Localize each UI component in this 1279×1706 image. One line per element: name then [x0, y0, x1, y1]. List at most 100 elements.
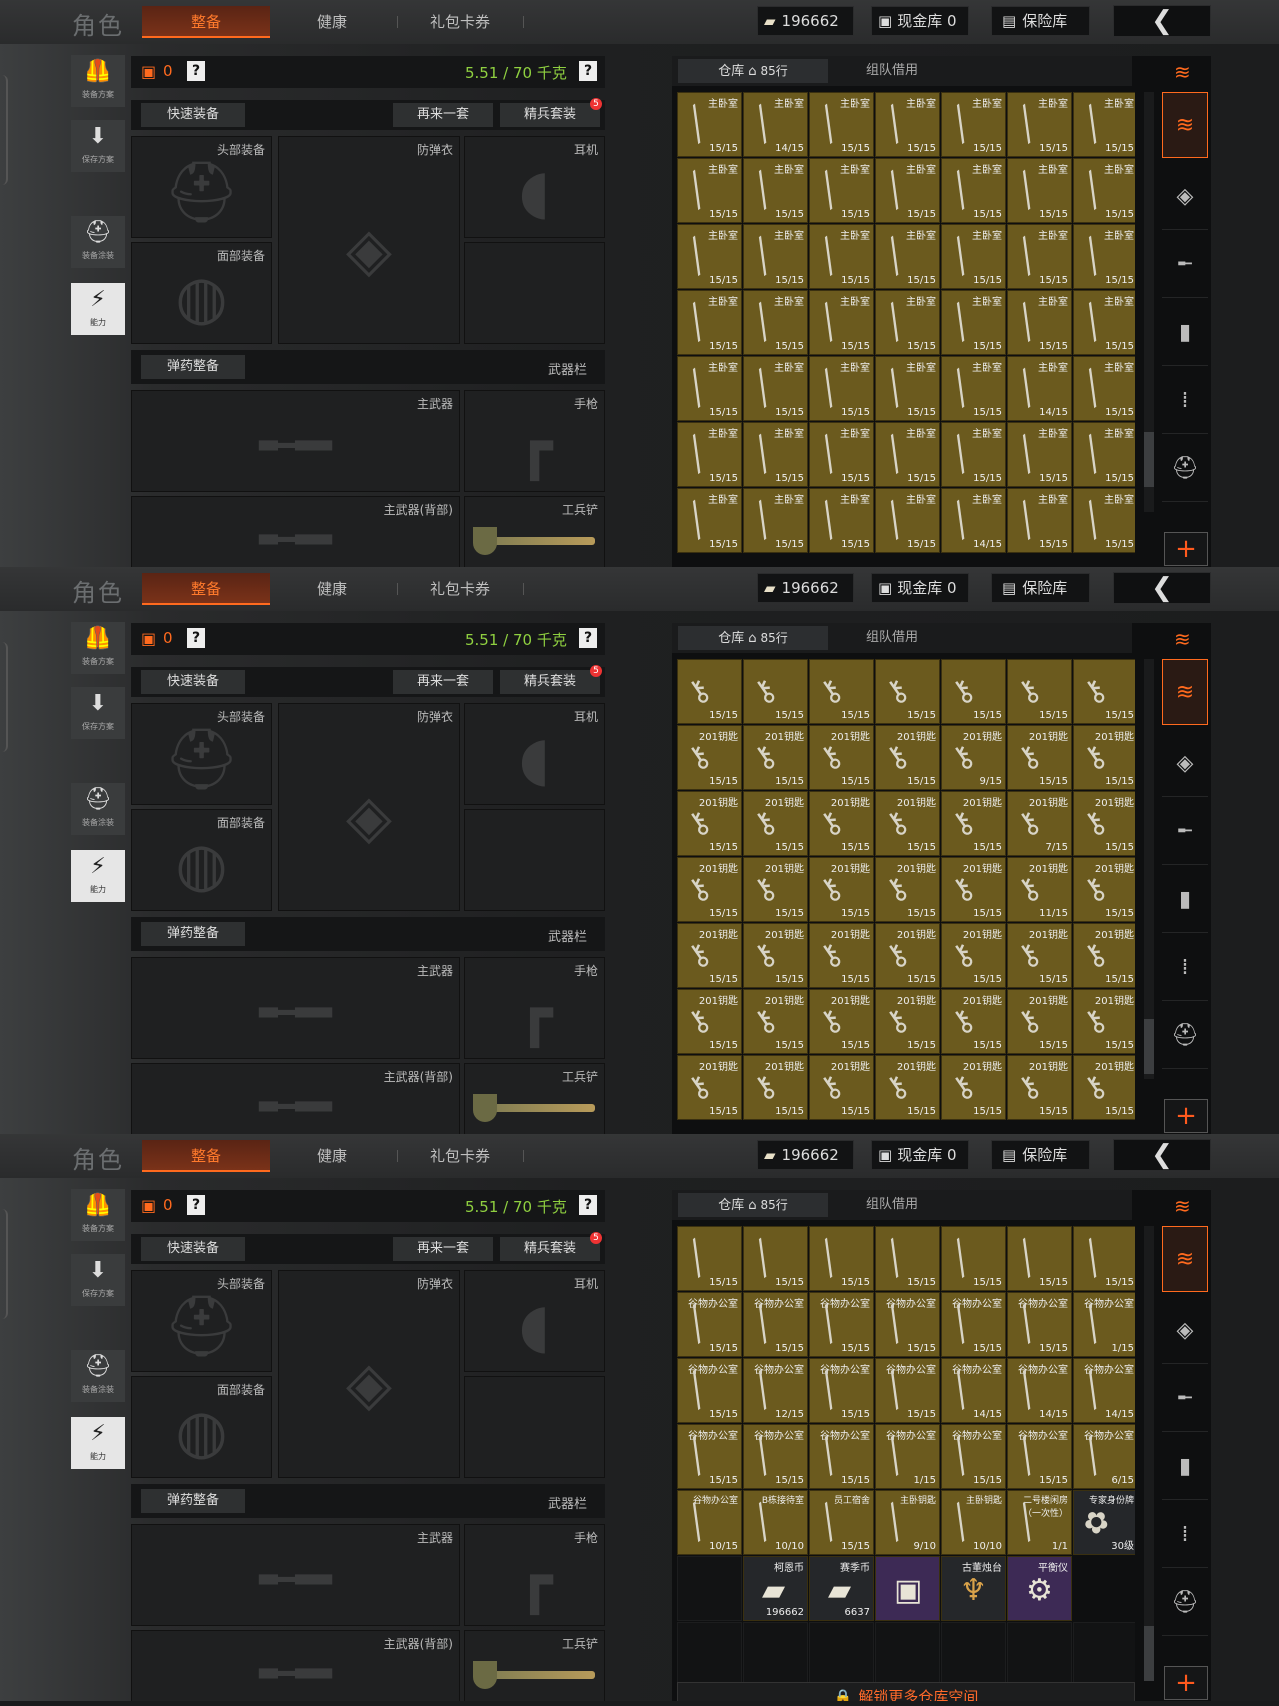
sidebar-vest-button[interactable]: 🦺 装备方案	[71, 55, 125, 107]
inventory-item[interactable]: 主卧室 ╱ 14/15	[1007, 356, 1072, 421]
inventory-item[interactable]: 主卧室 ╱ 15/15	[1007, 290, 1072, 355]
inventory-item[interactable]: 谷物办公室 ╱ 15/15	[875, 1358, 940, 1423]
add-icon[interactable]: +	[1164, 1666, 1208, 1700]
shovel-slot[interactable]: 工兵铲	[464, 1630, 605, 1701]
again-button[interactable]: 再来一套	[393, 670, 493, 694]
ammo-prep-button[interactable]: 弹药整备	[141, 355, 245, 379]
face-slot[interactable]: 面部装备 ◍	[131, 242, 272, 344]
inventory-item[interactable]: 201钥匙 ⚷ 15/15	[1007, 1055, 1072, 1120]
sidebar-download-button[interactable]: ⬇ 保存方案	[71, 1254, 125, 1306]
inventory-item[interactable]: ╱ 15/15	[677, 1226, 742, 1291]
primary-back-slot[interactable]: 主武器(背部) ╾━	[131, 1063, 460, 1134]
category-armor-icon[interactable]: ◈	[1162, 1298, 1208, 1364]
inventory-item[interactable]: 主卧室 ╱ 15/15	[875, 488, 940, 553]
inventory-item[interactable]: 201钥匙 ⚷ 15/15	[743, 989, 808, 1054]
inventory-item[interactable]: 主卧室 ╱ 15/15	[875, 422, 940, 487]
scroll-thumb[interactable]	[1144, 1019, 1154, 1074]
inventory-item[interactable]: 主卧室 ╱ 15/15	[677, 422, 742, 487]
sidebar-download-button[interactable]: ⬇ 保存方案	[71, 687, 125, 739]
inventory-item[interactable]: 201钥匙 ⚷ 15/15	[677, 1055, 742, 1120]
pistol-slot[interactable]: 手枪 ┏	[464, 957, 605, 1059]
tab-0[interactable]: 整备	[142, 6, 270, 38]
inventory-item[interactable]: B栋接待室 ╱ 10/10	[743, 1490, 808, 1555]
inventory-item[interactable]: 谷物办公室 ╱ 6/15	[1073, 1424, 1135, 1489]
ammo-prep-button[interactable]: 弹药整备	[141, 922, 245, 946]
inventory-item[interactable]: 谷物办公室 ╱ 15/15	[743, 1292, 808, 1357]
sidebar-vest-button[interactable]: 🦺 装备方案	[71, 1189, 125, 1241]
add-icon[interactable]: +	[1164, 1099, 1208, 1133]
inventory-item[interactable]: 谷物办公室 ╱ 14/15	[1007, 1358, 1072, 1423]
safe-box-button[interactable]: ▤ 保险库	[991, 573, 1090, 603]
inventory-item[interactable]: 主卧室 ╱ 15/15	[1073, 356, 1135, 421]
inventory-item[interactable]: 201钥匙 ⚷ 15/15	[1007, 725, 1072, 790]
weight-help-icon[interactable]: ?	[579, 628, 597, 648]
armor-slot[interactable]: 防弹衣 ◈	[278, 703, 460, 911]
sidebar-helmet-button[interactable]: ⛑ 装备涂装	[71, 1350, 125, 1402]
ear-extra-slot[interactable]	[464, 242, 605, 344]
tab-warehouse[interactable]: 仓库 ⌂ 85行	[678, 59, 828, 83]
inventory-item[interactable]: 主卧室 ╱ 15/15	[743, 290, 808, 355]
inventory-item[interactable]: 主卧钥匙 ╱ 9/10	[875, 1490, 940, 1555]
inventory-scrollbar[interactable]	[1144, 1226, 1154, 1681]
elite-kit-button[interactable]: 精兵套装	[500, 103, 600, 127]
inventory-item[interactable]: 主卧室 ╱ 15/15	[875, 92, 940, 157]
inventory-item[interactable]: 201钥匙 ⚷ 15/15	[875, 857, 940, 922]
inventory-item[interactable]: 主卧室 ╱ 15/15	[677, 290, 742, 355]
category-rifle-icon[interactable]: ╾	[1162, 799, 1208, 865]
inventory-item[interactable]: 谷物办公室 ╱ 15/15	[941, 1424, 1006, 1489]
category-magazine-icon[interactable]: ▮	[1162, 1434, 1208, 1500]
inventory-item[interactable]: 主卧室 ╱ 14/15	[941, 488, 1006, 553]
inventory-item[interactable]: 201钥匙 ⚷ 15/15	[743, 725, 808, 790]
tab-1[interactable]: 健康	[282, 6, 382, 38]
inventory-item[interactable]: 主卧室 ╱ 15/15	[743, 158, 808, 223]
category-layers-icon[interactable]: ≋	[1162, 92, 1208, 158]
inventory-item[interactable]: 201钥匙 ⚷ 15/15	[809, 857, 874, 922]
layers-icon[interactable]: ≋	[1174, 1194, 1191, 1218]
empty-slot[interactable]	[1007, 1622, 1072, 1687]
again-button[interactable]: 再来一套	[393, 103, 493, 127]
inventory-item[interactable]: ⚷ 15/15	[875, 659, 940, 724]
inventory-item[interactable]: 主卧室 ╱ 15/15	[743, 224, 808, 289]
sidebar-helmet-button[interactable]: ⛑ 装备涂装	[71, 216, 125, 268]
inventory-item[interactable]: 主卧室 ╱ 15/15	[809, 158, 874, 223]
inventory-item[interactable]: 谷物办公室 ╱ 15/15	[941, 1292, 1006, 1357]
cash-vault-button[interactable]: ▣ 现金库 0	[871, 573, 969, 603]
inventory-item[interactable]: 谷物办公室 ╱ 1/15	[875, 1424, 940, 1489]
inventory-item[interactable]: 主卧室 ╱ 15/15	[677, 92, 742, 157]
inventory-item[interactable]: 201钥匙 ⚷ 15/15	[941, 989, 1006, 1054]
inventory-item[interactable]: 201钥匙 ⚷ 15/15	[1007, 989, 1072, 1054]
inventory-item[interactable]: ╱ 15/15	[875, 1226, 940, 1291]
inventory-scrollbar[interactable]	[1144, 92, 1154, 512]
inventory-item[interactable]: ⚷ 15/15	[1073, 659, 1135, 724]
inventory-item[interactable]: 谷物办公室 ╱ 15/15	[677, 1292, 742, 1357]
inventory-item[interactable]: 主卧室 ╱ 15/15	[743, 422, 808, 487]
inventory-item[interactable]: 二号楼闲房（一次性） ╱ 1/1	[1007, 1490, 1072, 1555]
inventory-item[interactable]: 201钥匙 ⚷ 9/15	[941, 725, 1006, 790]
inventory-item[interactable]: 201钥匙 ⚷ 15/15	[875, 989, 940, 1054]
inventory-item[interactable]: 谷物办公室 ╱ 14/15	[941, 1358, 1006, 1423]
inventory-item[interactable]: 201钥匙 ⚷ 15/15	[875, 1055, 940, 1120]
ear-slot[interactable]: 耳机 ◖	[464, 703, 605, 805]
sidebar-helmet-button[interactable]: ⛑ 装备涂装	[71, 783, 125, 835]
inventory-item[interactable]: 201钥匙 ⚷ 15/15	[809, 923, 874, 988]
pistol-slot[interactable]: 手枪 ┏	[464, 390, 605, 492]
inventory-item[interactable]: 主卧室 ╱ 15/15	[677, 488, 742, 553]
head-slot[interactable]: 头部装备 ⛑	[131, 703, 272, 805]
inventory-item[interactable]: 201钥匙 ⚷ 15/15	[809, 725, 874, 790]
inventory-item[interactable]: 201钥匙 ⚷ 15/15	[1073, 1055, 1135, 1120]
ear-extra-slot[interactable]	[464, 809, 605, 911]
inventory-item[interactable]: 主卧室 ╱ 15/15	[743, 488, 808, 553]
inventory-item[interactable]: 主卧室 ╱ 15/15	[677, 224, 742, 289]
tab-2[interactable]: 礼包卡券	[400, 573, 520, 605]
help-icon[interactable]: ?	[187, 1195, 205, 1215]
inventory-item[interactable]: 主卧室 ╱ 15/15	[1007, 488, 1072, 553]
face-slot[interactable]: 面部装备 ◍	[131, 809, 272, 911]
inventory-item[interactable]: 201钥匙 ⚷ 15/15	[809, 791, 874, 856]
inventory-item[interactable]: 201钥匙 ⚷ 15/15	[743, 791, 808, 856]
inventory-item[interactable]: ⚷ 15/15	[1007, 659, 1072, 724]
category-helmet-icon[interactable]: ⛑	[1162, 1570, 1208, 1636]
category-magazine-icon[interactable]: ▮	[1162, 300, 1208, 366]
inventory-item[interactable]: 201钥匙 ⚷ 15/15	[941, 1055, 1006, 1120]
inventory-item[interactable]: 201钥匙 ⚷ 15/15	[677, 989, 742, 1054]
inventory-item[interactable]: 201钥匙 ⚷ 15/15	[941, 857, 1006, 922]
